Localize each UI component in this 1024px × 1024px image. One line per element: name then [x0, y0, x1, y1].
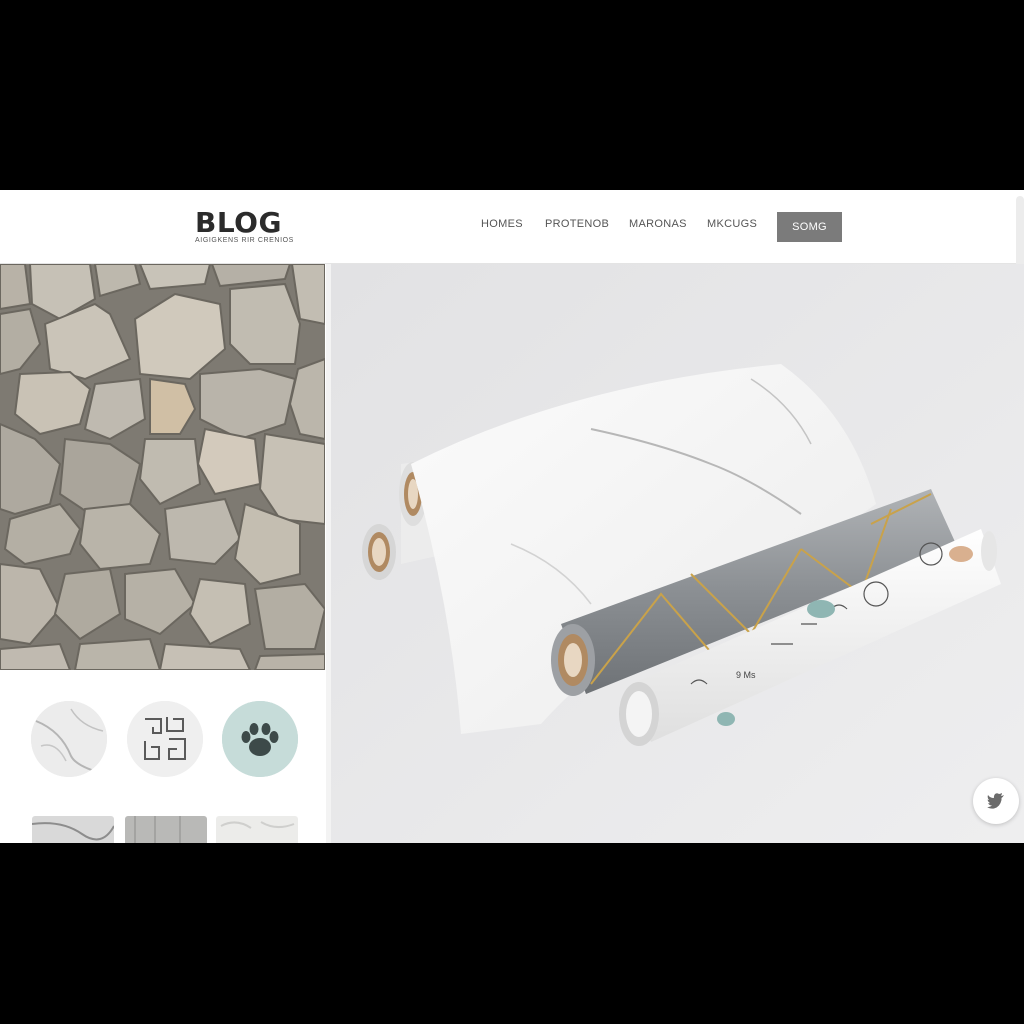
wood-grain-thumbnail[interactable] [125, 816, 207, 843]
marble-thumbnail[interactable] [32, 816, 114, 843]
cta-button[interactable]: SOMG [777, 212, 842, 242]
stone-wall-image [0, 264, 325, 670]
website-frame: BLOG AIGIGKENS RIR CRENIOS HOMES PROTENO… [0, 190, 1024, 843]
nav-link-homes[interactable]: HOMES [481, 218, 523, 230]
site-header: BLOG AIGIGKENS RIR CRENIOS HOMES PROTENO… [0, 190, 1024, 436]
roll-label: 9 Ms [736, 670, 756, 680]
sidebar [0, 264, 326, 843]
bird-icon [987, 793, 1004, 809]
logo-tagline: AIGIGKENS RIR CRENIOS [195, 237, 294, 244]
nav-link-protenob[interactable]: PROTENOB [545, 218, 609, 230]
twitter-share-button[interactable] [973, 778, 1019, 824]
nav-link-mkcugs[interactable]: MKCUGS [707, 218, 757, 230]
logo[interactable]: BLOG AIGIGKENS RIR CRENIOS [195, 206, 294, 245]
marble-swatch-icon[interactable] [31, 701, 107, 777]
logo-title: BLOG [195, 206, 282, 239]
nav-link-maronas[interactable]: MARONAS [629, 218, 687, 230]
geometric-maze-swatch-icon[interactable] [127, 701, 203, 777]
hero-image: 9 Ms [331, 264, 1024, 843]
white-stone-thumbnail[interactable] [216, 816, 298, 843]
paw-print-swatch-icon[interactable] [222, 701, 298, 777]
